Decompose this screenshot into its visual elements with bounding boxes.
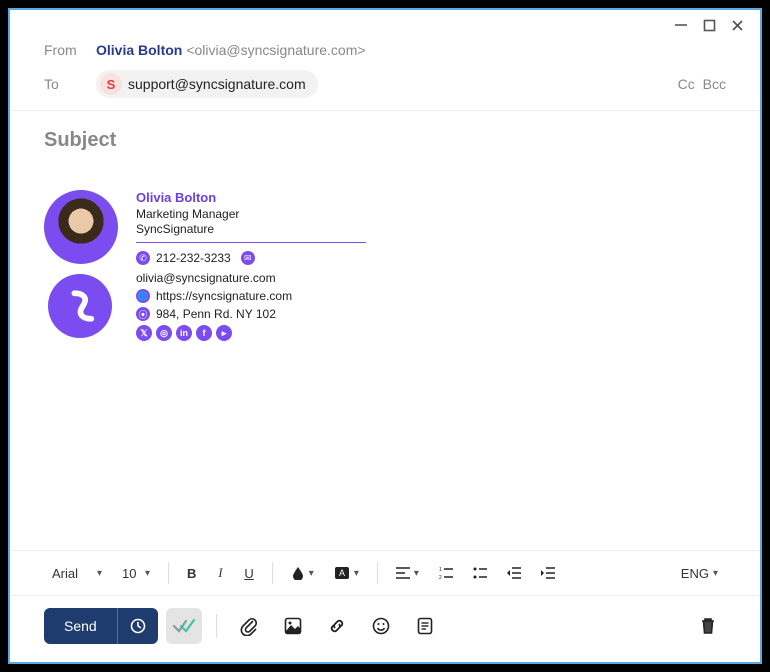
attach-button[interactable] bbox=[231, 608, 267, 644]
bold-button[interactable]: B bbox=[179, 560, 204, 587]
ordered-list-button[interactable]: 12 bbox=[431, 561, 461, 585]
double-check-icon bbox=[173, 617, 195, 635]
send-options-button[interactable] bbox=[117, 608, 158, 644]
globe-icon: 🌐 bbox=[136, 289, 150, 303]
separator bbox=[377, 562, 378, 584]
signature-website: https://syncsignature.com bbox=[156, 289, 292, 303]
from-row: From Olivia Bolton <olivia@syncsignature… bbox=[10, 38, 760, 62]
subject-input[interactable] bbox=[44, 129, 726, 152]
from-label: From bbox=[44, 42, 96, 58]
signature-title: Marketing Manager bbox=[136, 207, 366, 221]
to-row: To S support@syncsignature.com Cc Bcc bbox=[10, 62, 760, 111]
align-button[interactable]: ▾ bbox=[388, 561, 427, 585]
chevron-down-icon: ▾ bbox=[309, 568, 314, 579]
unordered-list-button[interactable] bbox=[465, 561, 495, 585]
svg-text:1: 1 bbox=[439, 567, 442, 573]
chevron-down-icon: ▾ bbox=[145, 568, 150, 579]
signature-phone: 212-232-3233 bbox=[156, 251, 231, 265]
signature-socials: 𝕏 ◎ in f ▸ bbox=[136, 325, 366, 341]
svg-text:2: 2 bbox=[439, 575, 442, 579]
highlight-button[interactable]: A ▾ bbox=[326, 560, 367, 586]
signature-address: 984, Penn Rd. NY 102 bbox=[156, 307, 276, 321]
document-icon bbox=[416, 617, 434, 635]
minimize-button[interactable] bbox=[674, 18, 688, 32]
send-label: Send bbox=[64, 618, 97, 634]
email-signature: Olivia Bolton Marketing Manager SyncSign… bbox=[44, 190, 726, 341]
maximize-button[interactable] bbox=[702, 18, 716, 32]
subject-row bbox=[10, 111, 760, 160]
link-button[interactable] bbox=[319, 608, 355, 644]
recipient-email: support@syncsignature.com bbox=[128, 76, 306, 92]
email-icon: ✉ bbox=[241, 251, 255, 265]
template-button[interactable] bbox=[407, 608, 443, 644]
outdent-button[interactable] bbox=[499, 561, 529, 585]
font-family-select[interactable]: Arial ▾ bbox=[44, 560, 110, 587]
svg-text:A: A bbox=[339, 568, 345, 578]
to-label: To bbox=[44, 76, 96, 92]
underline-button[interactable]: U bbox=[236, 560, 261, 587]
linkedin-icon[interactable]: in bbox=[176, 325, 192, 341]
font-family-label: Arial bbox=[52, 566, 78, 581]
from-email: <olivia@syncsignature.com> bbox=[186, 42, 365, 58]
language-select[interactable]: ENG ▾ bbox=[673, 560, 726, 587]
emoji-button[interactable] bbox=[363, 608, 399, 644]
cc-bcc-group: Cc Bcc bbox=[678, 76, 726, 92]
send-button-group: Send bbox=[44, 608, 158, 644]
trash-icon bbox=[700, 617, 716, 635]
separator bbox=[272, 562, 273, 584]
italic-button[interactable]: I bbox=[208, 559, 232, 587]
recipient-avatar: S bbox=[100, 73, 122, 95]
signature-logo bbox=[48, 274, 112, 338]
text-color-button[interactable]: ▾ bbox=[283, 560, 322, 586]
x-icon[interactable]: 𝕏 bbox=[136, 325, 152, 341]
signature-company: SyncSignature bbox=[136, 222, 366, 236]
youtube-icon[interactable]: ▸ bbox=[216, 325, 232, 341]
separator bbox=[216, 614, 217, 638]
signature-name: Olivia Bolton bbox=[136, 190, 366, 205]
instagram-icon[interactable]: ◎ bbox=[156, 325, 172, 341]
indent-button[interactable] bbox=[533, 561, 563, 585]
signature-toggle-button[interactable] bbox=[166, 608, 202, 644]
image-icon bbox=[284, 617, 302, 635]
font-size-select[interactable]: 10 ▾ bbox=[114, 560, 158, 587]
send-button[interactable]: Send bbox=[44, 608, 117, 644]
font-size-label: 10 bbox=[122, 566, 136, 581]
message-body[interactable]: Olivia Bolton Marketing Manager SyncSign… bbox=[10, 160, 760, 550]
action-bar: Send bbox=[10, 596, 760, 658]
image-button[interactable] bbox=[275, 608, 311, 644]
chevron-down-icon: ▾ bbox=[414, 568, 419, 579]
chevron-down-icon: ▾ bbox=[713, 568, 718, 579]
paperclip-icon bbox=[240, 616, 258, 636]
from-name[interactable]: Olivia Bolton bbox=[96, 42, 182, 58]
clock-icon bbox=[130, 618, 146, 634]
close-button[interactable] bbox=[730, 18, 744, 32]
phone-icon: ✆ bbox=[136, 251, 150, 265]
smile-icon bbox=[372, 617, 390, 635]
compose-window: From Olivia Bolton <olivia@syncsignature… bbox=[8, 8, 762, 664]
language-label: ENG bbox=[681, 566, 709, 581]
location-icon: ⦿ bbox=[136, 307, 150, 321]
discard-button[interactable] bbox=[690, 608, 726, 644]
format-toolbar: Arial ▾ 10 ▾ B I U ▾ A ▾ ▾ 12 bbox=[10, 550, 760, 596]
link-icon bbox=[327, 616, 347, 636]
window-titlebar bbox=[10, 14, 760, 38]
chevron-down-icon: ▾ bbox=[354, 568, 359, 579]
separator bbox=[168, 562, 169, 584]
signature-avatar bbox=[44, 190, 118, 264]
signature-email: olivia@syncsignature.com bbox=[136, 271, 276, 285]
bcc-button[interactable]: Bcc bbox=[703, 76, 726, 92]
recipient-chip[interactable]: S support@syncsignature.com bbox=[96, 70, 318, 98]
cc-button[interactable]: Cc bbox=[678, 76, 695, 92]
signature-divider bbox=[136, 242, 366, 243]
facebook-icon[interactable]: f bbox=[196, 325, 212, 341]
chevron-down-icon: ▾ bbox=[97, 568, 102, 579]
